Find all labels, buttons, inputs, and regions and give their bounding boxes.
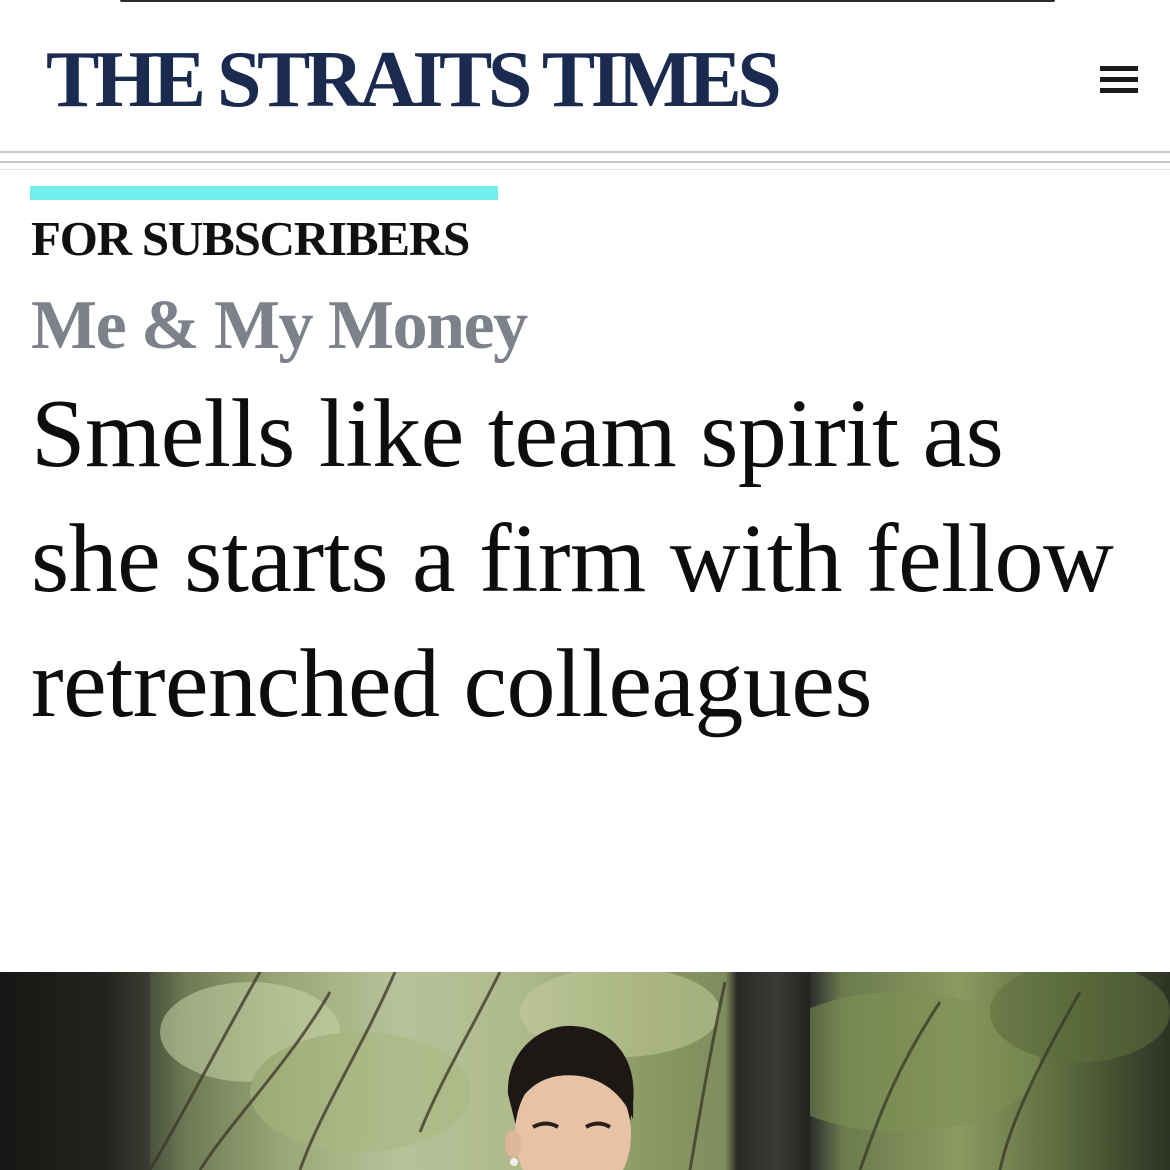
article-hero-image <box>0 972 1170 1170</box>
subscriber-accent-bar <box>30 186 498 200</box>
masthead: THE STRAITS TIMES <box>0 0 1170 150</box>
menu-bar <box>1100 77 1138 82</box>
hamburger-menu-icon[interactable] <box>1097 62 1141 100</box>
dark-pillar <box>0 972 150 1170</box>
masthead-divider <box>0 161 1170 163</box>
menu-bar <box>1100 66 1138 71</box>
article-headline: Smells like team spirit as she starts a … <box>31 380 1114 738</box>
subscriber-kicker: FOR SUBSCRIBERS <box>31 211 470 266</box>
masthead-divider <box>0 151 1170 153</box>
site-logo[interactable]: THE STRAITS TIMES <box>46 40 782 120</box>
section-link[interactable]: Me & My Money <box>31 291 528 361</box>
masthead-divider <box>0 169 1170 170</box>
woman-portrait <box>505 1025 634 1170</box>
dark-pillar <box>740 972 810 1170</box>
menu-bar <box>1100 88 1138 93</box>
